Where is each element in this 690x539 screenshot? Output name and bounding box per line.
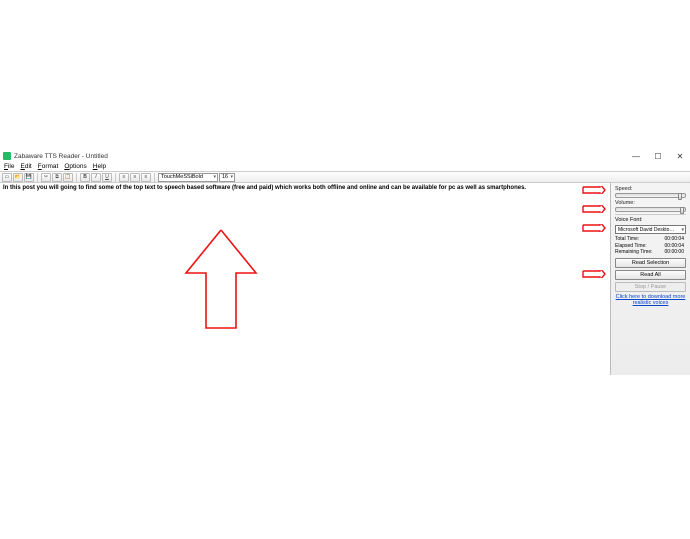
window-title: Zabaware TTS Reader - Untitled xyxy=(14,153,629,160)
stop-pause-button: Stop / Pause xyxy=(615,282,686,292)
voice-group-label: Voice Font: xyxy=(615,214,686,223)
volume-slider[interactable] xyxy=(615,207,686,212)
toolbar-underline-icon[interactable]: U xyxy=(102,173,112,182)
app-icon xyxy=(3,152,11,160)
menu-help[interactable]: Help xyxy=(93,163,106,170)
speed-slider[interactable] xyxy=(615,193,686,198)
toolbar-italic-icon[interactable]: I xyxy=(91,173,101,182)
editor-area[interactable]: In this post you will going to find some… xyxy=(0,183,610,375)
size-combo-value: 16 xyxy=(222,174,228,180)
speed-slider-thumb[interactable] xyxy=(678,193,682,200)
menu-file[interactable]: File xyxy=(4,163,15,170)
minimize-button[interactable]: — xyxy=(629,152,643,161)
toolbar-bold-icon[interactable]: B xyxy=(80,173,90,182)
speed-label: Speed: xyxy=(615,186,686,192)
volume-label: Volume: xyxy=(615,200,686,206)
toolbar-align-left-icon[interactable]: ≡ xyxy=(119,173,129,182)
toolbar-align-center-icon[interactable]: ≡ xyxy=(130,173,140,182)
menu-format[interactable]: Format xyxy=(38,163,59,170)
toolbar-copy-icon[interactable]: ⧉ xyxy=(52,173,62,182)
close-button[interactable]: ✕ xyxy=(673,152,687,161)
maximize-button[interactable]: ☐ xyxy=(651,152,665,161)
toolbar-cut-icon[interactable]: ✂ xyxy=(41,173,51,182)
size-combo[interactable]: 16 xyxy=(219,173,235,182)
toolbar-open-icon[interactable]: 📂 xyxy=(13,173,23,182)
toolbar-save-icon[interactable]: 💾 xyxy=(24,173,34,182)
read-all-button[interactable]: Read All xyxy=(615,270,686,280)
time-info: Total Time:00:00:04 Elapsed Time:00:00:0… xyxy=(615,236,686,256)
download-voices-link[interactable]: Click here to download more realistic vo… xyxy=(615,294,686,307)
font-combo-value: TouchMeSSiBold xyxy=(161,174,203,180)
editor-text: In this post you will going to find some… xyxy=(3,185,526,191)
annotation-up-arrow xyxy=(176,228,266,338)
voice-select-value: Microsoft David Desktop - English xyxy=(618,227,676,233)
voice-select[interactable]: Microsoft David Desktop - English xyxy=(615,225,686,234)
read-selection-button[interactable]: Read Selection xyxy=(615,258,686,268)
volume-slider-thumb[interactable] xyxy=(680,207,684,214)
toolbar-paste-icon[interactable]: 📋 xyxy=(63,173,73,182)
menu-edit[interactable]: Edit xyxy=(21,163,32,170)
toolbar-align-right-icon[interactable]: ≡ xyxy=(141,173,151,182)
toolbar-new-icon[interactable]: ▭ xyxy=(2,173,12,182)
font-combo[interactable]: TouchMeSSiBold xyxy=(158,173,218,182)
side-panel: Speed: Volume: Voice Font: Microsoft Dav… xyxy=(610,183,690,375)
menu-options[interactable]: Options xyxy=(64,163,86,170)
